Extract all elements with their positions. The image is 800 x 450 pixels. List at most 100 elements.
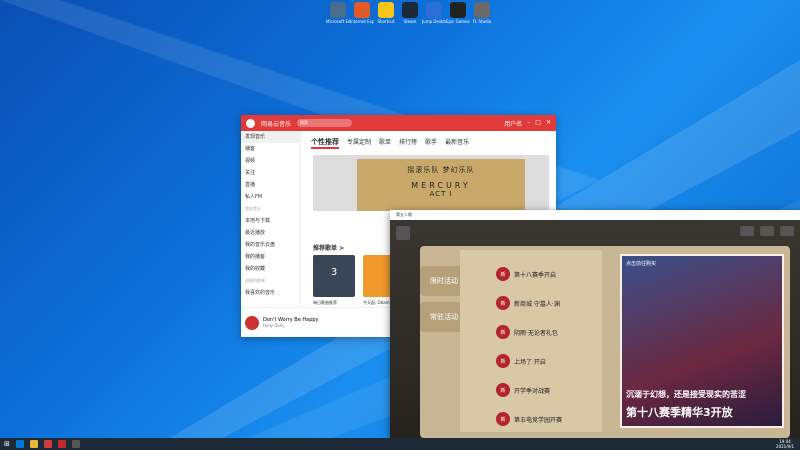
music-tab[interactable]: 专属定制 [347,137,371,149]
mail-icon[interactable] [740,226,754,236]
music-search-input[interactable]: 搜索 [297,119,353,127]
clock-date[interactable]: 2021/9/1 [776,444,794,449]
sidebar-item: 我的音乐 [245,206,261,211]
sidebar-item[interactable]: 我的音乐云盘 [241,239,300,251]
music-tab[interactable]: 歌手 [425,137,437,149]
close-icon[interactable]: ✕ [546,119,551,128]
sidebar-item[interactable]: 私人FM [241,191,300,203]
taskbar-app-icon[interactable] [15,440,24,448]
shop-icon[interactable] [760,226,774,236]
sidebar-item: 创建的歌单 [245,278,265,283]
playlist-card[interactable]: 3 [313,255,355,297]
app-icon [378,2,394,18]
taskbar-app-icon[interactable] [43,440,52,448]
taskbar: ⊞ 19:04 2021/9/1 [0,438,800,450]
game-title: 第五人格 [396,212,412,217]
app-icon [474,2,490,18]
game-titlebar[interactable]: 第五人格 [390,210,800,220]
banner-center: 摇滚乐队 梦幻乐队 MERCURY ACT I [357,159,525,211]
music-app-title: 网易云音乐 [261,120,292,128]
recommended-playlists-title[interactable]: 推荐歌单 > [313,243,344,252]
user-name[interactable]: 用户名 [504,119,522,128]
desktop-icon-label: Steam [403,19,417,24]
maximize-icon[interactable]: □ [535,119,541,128]
music-tabs: 个性推荐 专属定制 歌单 排行榜 歌手 最新音乐 [303,131,556,149]
poster-head: 点击前往购买 [626,261,657,267]
exit-icon[interactable] [396,226,410,240]
event-item[interactable]: 新开学季对战赛 [496,382,550,398]
banner-line2: MERCURY [411,181,471,190]
poster-sub: 沉溺于幻想，还是接受现实的苦涩 [626,390,746,399]
desktop-icon-label: Microsoft Edge [326,19,350,24]
event-item[interactable]: 新第十八赛季开启 [496,266,556,282]
desktop-icon[interactable]: Jump Desktop [422,2,446,24]
system-tray: 19:04 2021/9/1 [776,439,800,449]
app-icon [402,2,418,18]
desktop-icon[interactable]: Internet Explorer [350,2,374,24]
desktop-icon[interactable]: Shortcut [376,2,396,24]
new-badge: 新 [496,412,510,426]
new-badge: 新 [496,325,510,339]
poster-big: 第十八赛季精华3开放 [626,406,733,419]
new-badge: 新 [496,383,510,397]
new-badge: 新 [496,354,510,368]
event-poster[interactable]: 点击前往购买 沉溺于幻想，还是接受现实的苦涩 第十八赛季精华3开放 [620,254,784,428]
app-icon [330,2,346,18]
desktop-icon[interactable]: Microsoft Edge [326,2,350,24]
taskbar-app-icon[interactable] [71,440,80,448]
player-artist[interactable]: Holly Dolly [263,323,319,328]
game-body: 限时活动 常驻活动 新第十八赛季开启新新商城 守墓人·渊新阴雨·无论者礼包新上场了… [390,220,800,438]
netease-logo-icon [246,118,255,128]
game-window[interactable]: 第五人格 限时活动 常驻活动 新第十八赛季开启新新商城 守墓人·渊新阴雨·无论者礼… [390,210,800,438]
sidebar-item[interactable]: 我的收藏 [241,263,300,275]
taskbar-app-icon[interactable] [57,440,66,448]
desktop-icon-label: Shortcut [377,19,395,24]
sidebar-item[interactable]: 我喜欢的音乐 [241,287,300,299]
app-icon [426,2,442,18]
music-tab[interactable]: 歌单 [379,137,391,149]
new-badge: 新 [496,296,510,310]
desktop-icon-label: Epic Games Launcher [446,19,470,24]
desktop-icon[interactable]: FL Studio [472,2,492,24]
music-tab[interactable]: 个性推荐 [311,137,339,149]
event-text: 上场了 开启 [514,358,546,366]
desktop-icon[interactable]: Epic Games Launcher [446,2,470,24]
settings-icon[interactable] [780,226,794,236]
music-tab[interactable]: 最新音乐 [445,137,469,149]
banner-line1: 摇滚乐队 梦幻乐队 [407,166,475,174]
sidebar-item[interactable]: 视频 [241,155,300,167]
sidebar-item[interactable]: 播客 [241,143,300,155]
event-text: 新商城 守墓人·渊 [514,300,560,308]
event-text: 阴雨·无论者礼包 [514,329,558,337]
app-icon [450,2,466,18]
sidebar-item[interactable]: 最近播放 [241,227,300,239]
taskbar-app-icon[interactable] [29,440,38,448]
music-sidebar: 发现音乐 播客 视频 关注 直播 私人FM 我的音乐 本地与下载 最近播放 我的音乐云盘 我的播客我… [241,131,301,307]
sidebar-item[interactable]: 关注 [241,167,300,179]
album-art[interactable] [245,315,259,330]
event-text: 开学季对战赛 [514,387,551,395]
event-item[interactable]: 新新商城 守墓人·渊 [496,295,560,311]
banner[interactable]: 摇滚乐队 梦幻乐队 MERCURY ACT I [313,155,549,211]
event-book: 限时活动 常驻活动 新第十八赛季开启新新商城 守墓人·渊新阴雨·无论者礼包新上场了… [420,246,790,438]
desktop-icons: Microsoft EdgeInternet ExplorerShortcut S… [326,2,492,24]
app-icon [354,2,370,18]
sidebar-item[interactable]: 本地与下载 [241,215,300,227]
event-text: 第十八赛季开启 [514,271,557,279]
music-titlebar[interactable]: 网易云音乐 搜索 用户名 – □ ✕ [241,115,556,131]
minimize-icon[interactable]: – [527,119,530,128]
new-badge: 新 [496,267,510,281]
event-item[interactable]: 新第五电竞学园开赛 [496,411,562,427]
desktop-icon[interactable]: Steam [400,2,420,24]
event-item[interactable]: 新上场了 开启 [496,353,546,369]
banner-line3: ACT I [429,190,453,198]
sidebar-item[interactable]: 发现音乐 [241,131,300,143]
sidebar-item[interactable]: 我的播客 [241,251,300,263]
event-item[interactable]: 新阴雨·无论者礼包 [496,324,558,340]
card-text: 3 [330,267,338,278]
music-tab[interactable]: 排行榜 [399,137,417,149]
card-label[interactable]: 每日歌曲推荐 [313,300,357,306]
desktop-icon-label: FL Studio [472,19,492,24]
sidebar-item[interactable]: 直播 [241,179,300,191]
start-icon[interactable]: ⊞ [4,440,10,448]
